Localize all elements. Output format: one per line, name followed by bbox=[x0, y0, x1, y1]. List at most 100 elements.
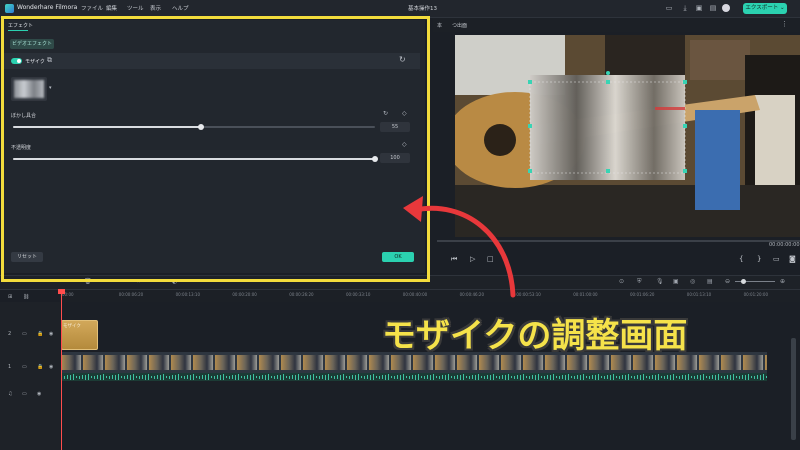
waveform-bar bbox=[79, 375, 80, 379]
waveform-bar bbox=[442, 375, 443, 379]
audio-waveform[interactable] bbox=[61, 373, 767, 381]
waveform-bar bbox=[646, 376, 647, 378]
clip-thumbnail bbox=[281, 355, 301, 370]
avatar[interactable] bbox=[722, 4, 730, 12]
waveform-bar bbox=[592, 375, 593, 379]
waveform-bar bbox=[670, 374, 671, 380]
waveform-bar bbox=[637, 375, 638, 379]
waveform-bar bbox=[391, 376, 392, 378]
waveform-bar bbox=[640, 374, 641, 380]
clip-thumbnail bbox=[655, 355, 675, 370]
project-title: 基本操作13 bbox=[408, 6, 437, 12]
waveform-bar bbox=[187, 375, 188, 379]
track-number: 1 bbox=[8, 364, 12, 370]
waveform-bar bbox=[757, 375, 758, 379]
folder-icon[interactable]: ▭ bbox=[22, 331, 27, 337]
waveform-bar bbox=[511, 376, 512, 378]
export-button[interactable]: エクスポート ⌄ bbox=[743, 3, 787, 14]
mic-icon[interactable]: 🎙 bbox=[656, 278, 664, 285]
lock-icon[interactable]: 🔒 bbox=[37, 364, 43, 370]
clip-thumbnail bbox=[171, 355, 191, 370]
menu-file[interactable]: ファイル bbox=[81, 4, 103, 12]
grid-icon[interactable]: ⋮ bbox=[781, 20, 788, 28]
download-icon[interactable]: ⤓ bbox=[680, 3, 690, 13]
clip-thumbnail bbox=[347, 355, 367, 370]
folder-icon[interactable]: ▭ bbox=[22, 391, 27, 397]
waveform-bar bbox=[301, 376, 302, 378]
monitor-icon[interactable]: ▭ bbox=[664, 3, 674, 13]
mark-in-icon[interactable]: { bbox=[739, 255, 743, 263]
clip-thumbnail bbox=[83, 355, 103, 370]
menu-help[interactable]: ヘルプ bbox=[172, 4, 189, 12]
zoom-in-icon[interactable]: ⊕ bbox=[780, 278, 785, 285]
waveform-bar bbox=[106, 376, 107, 378]
link-icon[interactable]: ⛓ bbox=[23, 294, 29, 300]
menu-view[interactable]: 表示 bbox=[150, 4, 161, 12]
snapshot-icon[interactable]: ◙ bbox=[789, 255, 796, 263]
eye-icon[interactable]: ◉ bbox=[37, 391, 41, 397]
notification-icon[interactable]: ▤ bbox=[708, 3, 718, 13]
ai-icon[interactable]: ◎ bbox=[690, 278, 695, 285]
clip-thumbnail bbox=[105, 355, 125, 370]
ruler-label: 00:00:33:10 bbox=[346, 292, 371, 297]
waveform-bar bbox=[736, 376, 737, 378]
waveform-bar bbox=[538, 374, 539, 380]
eye-icon[interactable]: ◉ bbox=[49, 331, 53, 337]
waveform-bar bbox=[475, 374, 476, 380]
clip-thumbnail bbox=[567, 355, 587, 370]
waveform-bar bbox=[724, 375, 725, 379]
playhead[interactable] bbox=[61, 290, 62, 450]
waveform-bar bbox=[268, 374, 269, 380]
eye-icon[interactable]: ◉ bbox=[49, 364, 53, 370]
playhead-handle[interactable] bbox=[58, 289, 65, 294]
waveform-bar bbox=[337, 375, 338, 379]
waveform-bar bbox=[763, 374, 764, 380]
menu-tools[interactable]: ツール bbox=[127, 4, 144, 12]
waveform-bar bbox=[616, 376, 617, 378]
waveform-bar bbox=[76, 376, 77, 378]
waveform-bar bbox=[169, 375, 170, 379]
waveform-bar bbox=[436, 376, 437, 378]
display-icon[interactable]: ▭ bbox=[773, 255, 780, 263]
shield-icon[interactable]: ⛨ bbox=[637, 278, 642, 286]
preview-tab[interactable]: 本 bbox=[437, 22, 442, 29]
waveform-bar bbox=[715, 374, 716, 380]
waveform-bar bbox=[478, 374, 479, 380]
caption-icon[interactable]: ▤ bbox=[707, 278, 713, 285]
waveform-bar bbox=[619, 375, 620, 379]
lock-icon[interactable]: 🔒 bbox=[37, 331, 43, 337]
render-icon[interactable]: ⊙ bbox=[619, 278, 624, 285]
add-track-icon[interactable]: ⊞ bbox=[8, 294, 12, 300]
waveform-bar bbox=[721, 376, 722, 378]
waveform-bar bbox=[310, 374, 311, 380]
timeline-scrollbar[interactable] bbox=[791, 338, 796, 440]
mark-out-icon[interactable]: } bbox=[757, 255, 761, 263]
waveform-bar bbox=[316, 376, 317, 378]
waveform-bar bbox=[334, 375, 335, 379]
waveform-bar bbox=[751, 376, 752, 378]
music-icon: ♫ bbox=[8, 391, 13, 397]
waveform-bar bbox=[355, 374, 356, 380]
clip-thumbnail bbox=[545, 355, 565, 370]
waveform-bar bbox=[664, 375, 665, 379]
waveform-bar bbox=[754, 375, 755, 379]
waveform-bar bbox=[205, 374, 206, 380]
waveform-bar bbox=[256, 376, 257, 378]
waveform-bar bbox=[373, 374, 374, 380]
waveform-bar bbox=[166, 376, 167, 378]
waveform-bar bbox=[523, 374, 524, 380]
waveform-bar bbox=[583, 374, 584, 380]
zoom-slider-thumb[interactable] bbox=[741, 279, 746, 284]
zoom-out-icon[interactable]: ⊖ bbox=[725, 278, 730, 285]
waveform-bar bbox=[661, 376, 662, 378]
save-icon[interactable]: ▣ bbox=[694, 3, 704, 13]
menu-edit[interactable]: 編集 bbox=[106, 4, 117, 12]
waveform-bar bbox=[484, 375, 485, 379]
waveform-bar bbox=[298, 374, 299, 380]
waveform-bar bbox=[64, 375, 65, 379]
folder-icon[interactable]: ▭ bbox=[22, 364, 27, 370]
clip-thumbnail bbox=[325, 355, 345, 370]
marker-icon[interactable]: ▣ bbox=[673, 278, 679, 285]
waveform-bar bbox=[262, 375, 263, 379]
preview-tab[interactable]: つ出面 bbox=[452, 22, 467, 29]
